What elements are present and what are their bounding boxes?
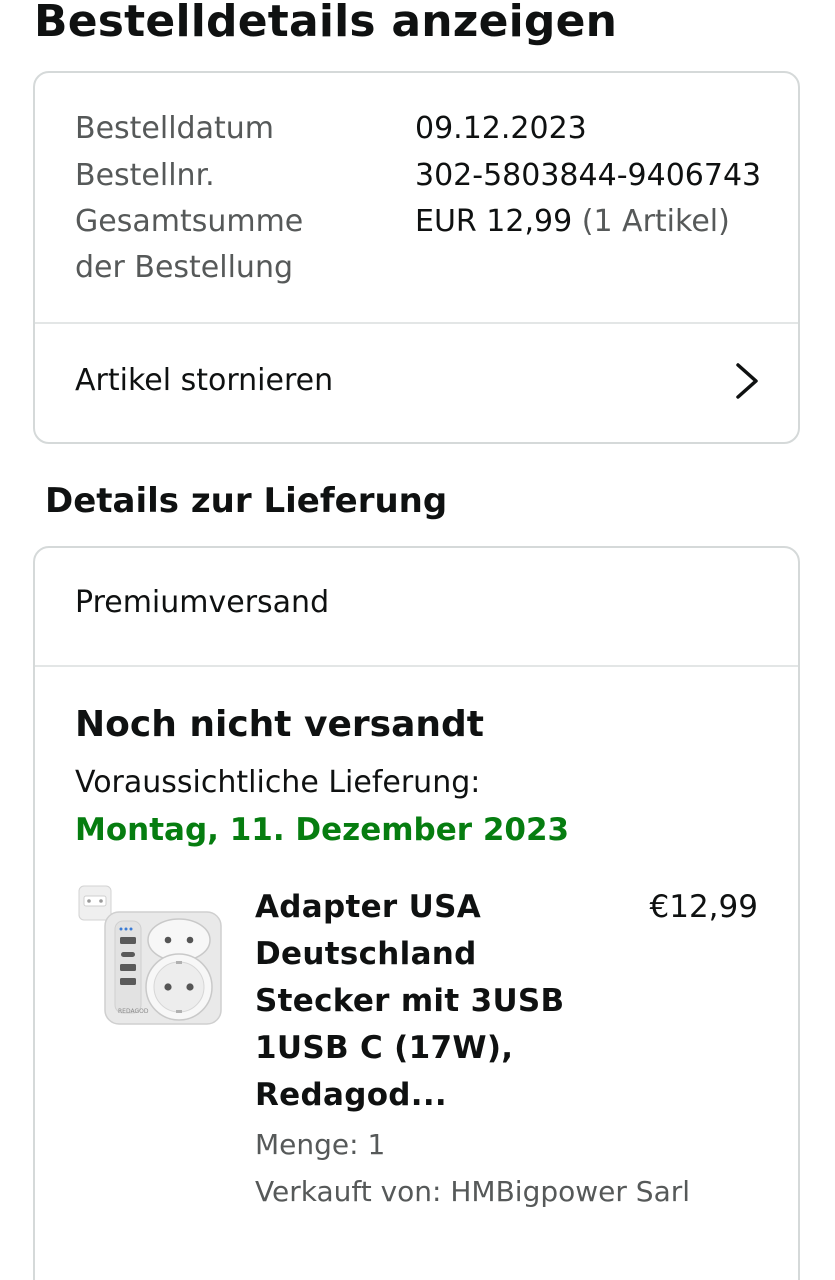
delivery-section-title: Details zur Lieferung — [45, 481, 448, 521]
chevron-right-icon — [736, 363, 758, 399]
product-title-line: 1USB C (17W), — [255, 1030, 514, 1066]
order-date-value: 09.12.2023 — [415, 111, 587, 146]
cancel-items-button[interactable]: Artikel stornieren — [35, 325, 798, 444]
order-number-value: 302-5803844-9406743 — [415, 158, 762, 193]
order-total-label-continued: der Bestellung — [75, 250, 293, 285]
order-total-label-continued-row: der Bestellung — [75, 245, 293, 291]
order-item-count: (1 Artikel) — [581, 204, 730, 239]
power-adapter-image[interactable]: REDAGOD — [75, 884, 225, 1034]
page-title: Bestelldetails anzeigen — [34, 0, 618, 47]
product-price: €12,99 — [649, 889, 758, 925]
cancel-items-label: Artikel stornieren — [75, 363, 334, 398]
order-date-label: Bestelldatum — [75, 111, 274, 146]
product-title-link[interactable]: Adapter USA Deutschland Stecker mit 3USB… — [255, 884, 565, 1119]
product-quantity: Menge: 1 — [255, 1128, 386, 1161]
order-number-label: Bestellnr. — [75, 158, 215, 193]
delivery-details-card: Premiumversand Noch nicht versandt Vorau… — [33, 546, 800, 1280]
estimated-delivery-label: Voraussichtliche Lieferung: — [75, 765, 481, 800]
shipping-method: Premiumversand — [75, 585, 330, 620]
product-seller: Verkauft von: HMBigpower Sarl — [255, 1175, 691, 1208]
order-total-value: EUR 12,99 (1 Artikel) — [415, 199, 730, 245]
product-title-line: Redagod... — [255, 1077, 448, 1113]
product-title-line: Adapter USA — [255, 889, 482, 925]
svg-text:REDAGOD: REDAGOD — [118, 1008, 149, 1015]
shipment-status: Noch nicht versandt — [75, 704, 485, 745]
product-title-line: Stecker mit 3USB — [255, 983, 565, 1019]
delivery-divider — [35, 665, 798, 667]
summary-divider — [35, 322, 798, 324]
order-details-page: Bestelldetails anzeigen Bestelldatum 09.… — [0, 0, 835, 1280]
order-number-row: Bestellnr. 302-5803844-9406743 — [75, 153, 761, 199]
order-total-amount: EUR 12,99 — [415, 204, 573, 239]
product-title-line: Deutschland — [255, 936, 477, 972]
estimated-delivery-date: Montag, 11. Dezember 2023 — [75, 812, 570, 848]
order-total-row: Gesamtsumme EUR 12,99 (1 Artikel) — [75, 199, 730, 245]
order-summary-card: Bestelldatum 09.12.2023 Bestellnr. 302-5… — [33, 71, 800, 444]
order-date-row: Bestelldatum 09.12.2023 — [75, 106, 587, 152]
order-total-label: Gesamtsumme — [75, 204, 304, 239]
